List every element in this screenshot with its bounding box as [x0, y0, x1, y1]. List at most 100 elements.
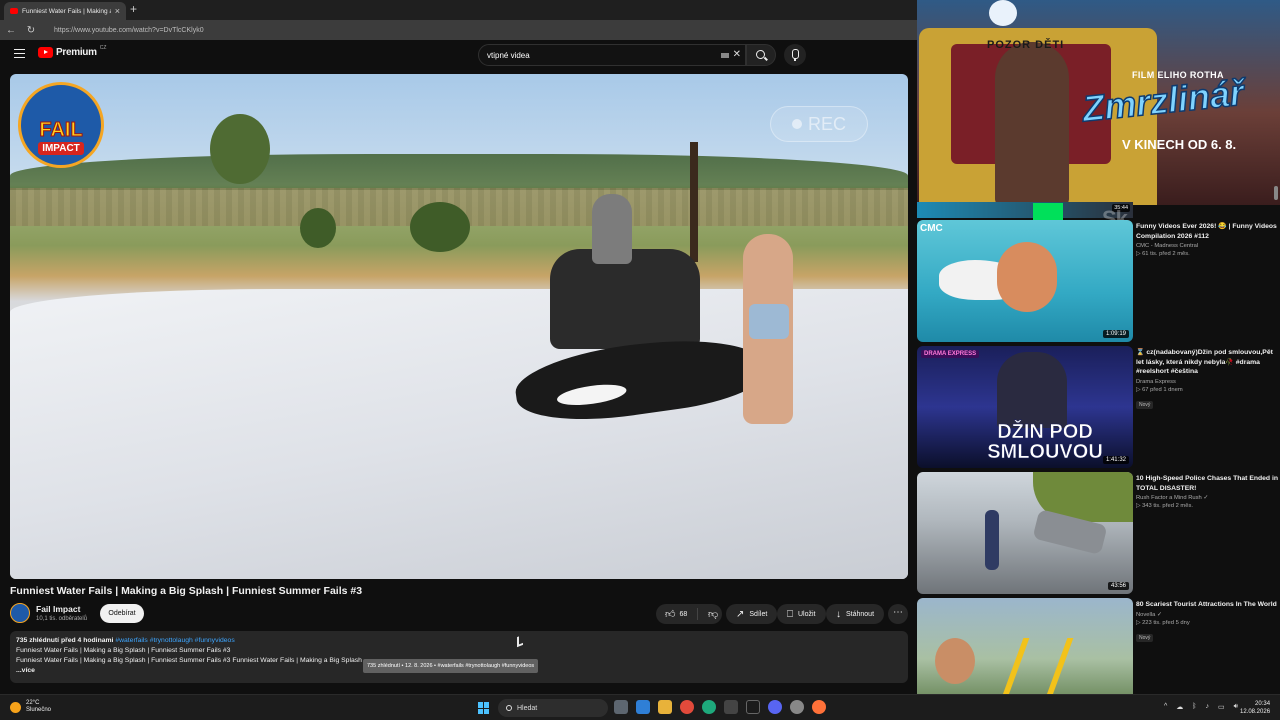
video-scene-tree	[210, 114, 270, 184]
weather-widget[interactable]: 22°C Slunečno	[10, 700, 51, 714]
new-badge: Nový	[1136, 633, 1154, 642]
watermark-impact-text: IMPACT	[38, 142, 84, 155]
bookmark-icon: ⎕	[787, 608, 793, 620]
more-actions-icon[interactable]: ⋯	[888, 604, 908, 624]
description-box[interactable]: 735 zhlédnutí před 4 hodinami #waterfail…	[10, 631, 908, 683]
menu-icon[interactable]	[14, 49, 25, 58]
recommendation-channel[interactable]: CMC - Madness Central	[1136, 243, 1278, 249]
file-explorer-icon[interactable]	[658, 700, 672, 714]
video-scene-bush	[300, 208, 336, 248]
recommendation-stats: ▷ 61 tis. před 2 měs.	[1136, 251, 1190, 257]
keyboard-icon[interactable]	[721, 53, 729, 58]
share-label: Sdílet	[749, 610, 768, 618]
video-title: Funniest Water Fails | Making a Big Spla…	[10, 585, 363, 597]
video-thumbnail[interactable]: CMC 1:09:19	[917, 220, 1133, 342]
recommendation-item[interactable]: CMC 1:09:19 Funny Videos Ever 2026! 😂 | …	[917, 220, 1280, 342]
search-button[interactable]	[746, 44, 776, 66]
recommendations-sidebar: POZOR DĚTI FILM ELIHO ROTHA Zmrzlinář V …	[917, 0, 1280, 694]
firefox-icon[interactable]	[812, 700, 826, 714]
dislike-button[interactable]: 👎︎	[703, 608, 718, 620]
search-icon	[506, 705, 512, 711]
discord-icon[interactable]	[768, 700, 782, 714]
ad-person	[995, 42, 1069, 205]
browser-tab-bar: Funniest Water Fails | Making a Big Spla…	[0, 0, 917, 20]
ad-video-strip[interactable]: 35:44	[917, 202, 1133, 218]
windows-taskbar: 22°C Slunečno Hledat ^ ☁ ᛒ ♪ ▭ 🔊︎ 20:34 …	[0, 694, 1280, 720]
network-icon[interactable]: ▭	[1218, 703, 1225, 711]
share-icon: ↗	[736, 608, 745, 620]
volume-icon[interactable]: 🔊︎	[1234, 703, 1238, 711]
recommendation-title[interactable]: 10 High-Speed Police Chases That Ended i…	[1136, 474, 1278, 493]
back-arrow-icon[interactable]: ←	[6, 25, 16, 36]
ad-banner[interactable]: POZOR DĚTI FILM ELIHO ROTHA Zmrzlinář V …	[917, 0, 1280, 205]
voice-search-icon[interactable]	[784, 44, 806, 66]
video-player[interactable]: FAIL IMPACT REC	[10, 74, 908, 579]
like-count: 68	[679, 610, 688, 618]
chrome-icon[interactable]	[680, 700, 694, 714]
new-tab-button[interactable]: +	[130, 2, 137, 16]
thumb-person	[935, 638, 975, 684]
recommendation-title[interactable]: ⌛ cz(nadabovaný)Džin pod smlouvou,Pět le…	[1136, 348, 1278, 377]
browser-tab[interactable]: Funniest Water Fails | Making a Big Spla…	[4, 2, 126, 20]
app-icon[interactable]	[790, 700, 804, 714]
recommendation-title[interactable]: Funny Videos Ever 2026! 😂 | Funny Videos…	[1136, 222, 1278, 241]
search-input[interactable]: vtipné videa ✕	[478, 44, 746, 66]
recommendation-channel[interactable]: Rush Factor a Mind Rush ✓	[1136, 495, 1278, 501]
recommendation-stats: ▷ 67 před 1 dnem	[1136, 386, 1183, 393]
thumbs-up-icon: 👍︎	[665, 609, 676, 620]
windows-start-icon[interactable]	[478, 702, 490, 714]
thumb-police-officer	[985, 510, 999, 570]
video-scene-post	[690, 142, 698, 262]
taskbar-search-label: Hledat	[517, 704, 538, 712]
tab-title: Funniest Water Fails | Making a Big Spla…	[22, 7, 111, 15]
store-icon[interactable]	[724, 700, 738, 714]
video-thumbnail[interactable]	[917, 598, 1133, 694]
taskbar-search[interactable]: Hledat	[498, 699, 608, 717]
url-field[interactable]: https://www.youtube.com/watch?v=DvTlcCKl…	[54, 27, 204, 34]
close-tab-icon[interactable]: ×	[115, 6, 120, 16]
task-view-icon[interactable]	[614, 700, 628, 714]
recommendation-item[interactable]: 43:56 10 High-Speed Police Chases That E…	[917, 472, 1280, 594]
microphone-icon[interactable]: ♪	[1206, 703, 1210, 711]
youtube-favicon-icon	[10, 8, 18, 14]
new-badge: Nový	[1136, 400, 1154, 409]
recommendation-channel[interactable]: Drama Express	[1136, 379, 1278, 385]
channel-avatar[interactable]	[10, 603, 30, 623]
channel-name[interactable]: Fail Impact	[36, 604, 80, 614]
taskbar-clock[interactable]: 20:34 12.08.2026	[1240, 700, 1270, 716]
like-button[interactable]: 👍︎ 68	[656, 608, 698, 620]
recommendation-title[interactable]: 80 Scariest Tourist Attractions In The W…	[1136, 600, 1278, 610]
video-thumbnail[interactable]: 43:56	[917, 472, 1133, 594]
youtube-play-icon	[38, 47, 53, 58]
share-button[interactable]: ↗ Sdílet	[726, 604, 778, 624]
reload-icon[interactable]: ↻	[26, 25, 36, 36]
record-dot-icon	[791, 119, 802, 129]
clear-search-icon[interactable]: ✕	[733, 49, 741, 60]
taskbar-apps	[614, 700, 826, 714]
rec-indicator: REC	[770, 106, 868, 142]
system-tray: ^ ☁ ᛒ ♪ ▭ 🔊︎	[1164, 703, 1238, 711]
logo-country: CZ	[99, 44, 107, 51]
download-button[interactable]: ↓ Stáhnout	[826, 604, 885, 624]
logo-text: Premium	[56, 47, 97, 58]
bluetooth-icon[interactable]: ᛒ	[1192, 703, 1196, 711]
video-scene-bush	[410, 202, 470, 252]
recommendation-item[interactable]: DRAMA EXPRESS DŽIN POD SMLOUVOU 1:41:32 …	[917, 346, 1280, 468]
video-thumbnail[interactable]: DRAMA EXPRESS DŽIN POD SMLOUVOU 1:41:32	[917, 346, 1133, 468]
settings-icon[interactable]	[746, 700, 760, 714]
cloud-icon[interactable]: ☁	[1176, 703, 1183, 711]
recommendation-channel[interactable]: Novella ✓	[1136, 612, 1278, 618]
recommendation-stats: ▷ 343 tis. před 2 měs.	[1136, 503, 1193, 509]
save-label: Uložit	[798, 610, 816, 618]
youtube-logo[interactable]: Premium CZ	[38, 44, 107, 58]
save-button[interactable]: ⎕ Uložit	[777, 604, 826, 624]
subscribe-button[interactable]: Odebírat	[100, 604, 144, 623]
recommendation-stats: ▷ 223 tis. před 5 dny	[1136, 619, 1190, 626]
widgets-icon[interactable]	[636, 700, 650, 714]
recommendation-item[interactable]: 80 Scariest Tourist Attractions In The W…	[917, 598, 1280, 694]
tray-chevron-icon[interactable]: ^	[1164, 703, 1167, 711]
edge-icon[interactable]	[702, 700, 716, 714]
search-icon	[756, 50, 765, 59]
sidebar-scrollbar[interactable]	[1274, 186, 1278, 200]
description-tags[interactable]: #waterfails #trynottolaugh #funnyvideos	[115, 637, 234, 644]
